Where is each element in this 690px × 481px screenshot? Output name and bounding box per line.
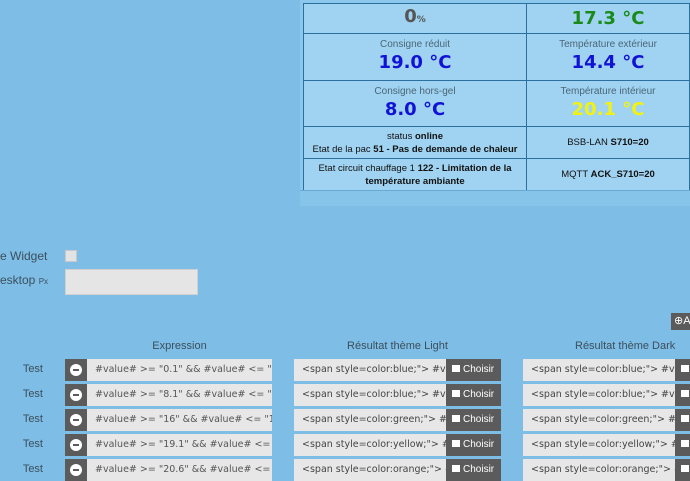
light-result-input[interactable]: <span style=color:yellow;"> #val [294, 434, 446, 456]
remove-row-button[interactable] [65, 359, 87, 381]
minus-circle-icon [70, 389, 82, 401]
expression-input[interactable]: #value# >= "8.1" && #value# <= "15.9" [87, 384, 272, 406]
widget-preview: 0% 17.3 °C Consigne réduit 19.0 °C Tempé… [300, 0, 690, 206]
flag-icon [452, 440, 460, 447]
flag-icon [681, 390, 689, 397]
expression-input[interactable]: #value# >= "19.1" && #value# <= "20.5" [87, 434, 272, 456]
light-result-input[interactable]: <span style=color:orange;"> #va [294, 459, 446, 481]
remove-row-button[interactable] [65, 459, 87, 481]
widget-checkbox[interactable] [65, 250, 77, 262]
status-cell: status online Etat de la pac 51 - Pas de… [303, 126, 527, 159]
dark-result-input[interactable]: <span style=color:orange;"> #va [523, 459, 675, 481]
temp-interieur-cell: Température intérieur 20.1 °C [526, 80, 690, 127]
circuit-cell: Etat circuit chauffage 1 122 - Limitatio… [303, 158, 527, 191]
mqtt-line: MQTT ACK_S710=20 [561, 169, 655, 180]
dark-result-input[interactable]: <span style=color:blue;"> #value [523, 384, 675, 406]
status-line: status online [387, 130, 443, 142]
desktop-size-input[interactable] [65, 269, 198, 295]
widget-option-label: e Widget [0, 249, 48, 263]
top-right-cell: 17.3 °C [526, 3, 690, 34]
choose-light-button[interactable]: Choisir [446, 359, 501, 381]
consigne-reduit-cell: Consigne réduit 19.0 °C [303, 33, 527, 81]
choose-light-button[interactable]: Choisir [446, 459, 501, 481]
expression-input[interactable]: #value# >= "0.1" && #value# <= "8.0" [87, 359, 272, 381]
dark-theme-header: Résultat thème Dark [575, 340, 676, 352]
choose-light-button[interactable]: Choisir [446, 434, 501, 456]
choose-light-button[interactable]: Choisir [446, 409, 501, 431]
cell-caption: Consigne hors-gel [374, 85, 456, 97]
expression-header: Expression [152, 340, 207, 352]
remove-row-button[interactable] [65, 409, 87, 431]
temp-exterieur-cell: Température extérieur 14.4 °C [526, 33, 690, 81]
remove-row-button[interactable] [65, 384, 87, 406]
cell-value: 8.0 °C [384, 98, 446, 120]
choose-dark-button[interactable] [675, 409, 690, 431]
flag-icon [452, 390, 460, 397]
minus-circle-icon [70, 439, 82, 451]
plus-circle-icon: ⊕ [674, 315, 684, 327]
choose-dark-button[interactable] [675, 434, 690, 456]
minus-circle-icon [70, 364, 82, 376]
cell-caption: Température extérieur [559, 39, 657, 50]
choose-light-button[interactable]: Choisir [446, 384, 501, 406]
choose-dark-button[interactable] [675, 359, 690, 381]
cell-caption: Consigne réduit [379, 39, 451, 50]
flag-icon [681, 365, 689, 372]
pac-line: Etat de la pac 51 - Pas de demande de ch… [312, 143, 518, 155]
expression-input[interactable]: #value# >= "20.6" && #value# <= "26.9" [87, 459, 272, 481]
flag-icon [452, 415, 460, 422]
bsb-line: BSB-LAN S710=20 [567, 137, 649, 148]
dark-result-input[interactable]: <span style=color:green;"> #valu [523, 409, 675, 431]
row-test-label: Test [22, 413, 43, 425]
choose-dark-button[interactable] [675, 384, 690, 406]
cell-value: 19.0 °C [378, 52, 452, 73]
flag-icon [681, 415, 689, 422]
widget-grid: 0% 17.3 °C Consigne réduit 19.0 °C Tempé… [303, 3, 690, 191]
light-theme-header: Résultat thème Light [347, 340, 448, 352]
minus-circle-icon [70, 464, 82, 476]
cell-value: 14.4 °C [571, 52, 645, 73]
top-right-value: 17.3 °C [571, 7, 645, 29]
widget-footer [300, 190, 690, 206]
expression-input[interactable]: #value# >= "16" && #value# <= "19" [87, 409, 272, 431]
light-result-input[interactable]: <span style=color:blue;"> #value [294, 359, 446, 381]
row-test-label: Test [22, 388, 43, 400]
row-test-label: Test [22, 363, 43, 375]
percent-cell: 0% [303, 3, 527, 34]
flag-icon [681, 440, 689, 447]
circuit-line: Etat circuit chauffage 1 122 - Limitatio… [318, 162, 512, 187]
cell-value: 20.1 °C [571, 98, 645, 120]
choose-dark-button[interactable] [675, 459, 690, 481]
remove-row-button[interactable] [65, 434, 87, 456]
flag-icon [452, 465, 460, 472]
row-test-label: Test [22, 438, 43, 450]
dark-result-input[interactable]: <span style=color:blue;"> #value [523, 359, 675, 381]
flag-icon [681, 465, 689, 472]
consigne-hors-gel-cell: Consigne hors-gel 8.0 °C [303, 80, 527, 127]
desktop-size-label: esktop Px [0, 273, 49, 287]
light-result-input[interactable]: <span style=color:green;"> #valu [294, 409, 446, 431]
light-result-input[interactable]: <span style=color:blue;"> #value [294, 384, 446, 406]
cell-caption: Température intérieur [560, 85, 656, 97]
row-test-label: Test [22, 463, 43, 475]
dark-result-input[interactable]: <span style=color:yellow;"> #val [523, 434, 675, 456]
percent-value: 0% [404, 6, 426, 27]
minus-circle-icon [70, 414, 82, 426]
bsb-cell: BSB-LAN S710=20 [526, 126, 690, 159]
add-button[interactable]: ⊕A [671, 313, 690, 330]
mqtt-cell: MQTT ACK_S710=20 [526, 158, 690, 191]
flag-icon [452, 365, 460, 372]
